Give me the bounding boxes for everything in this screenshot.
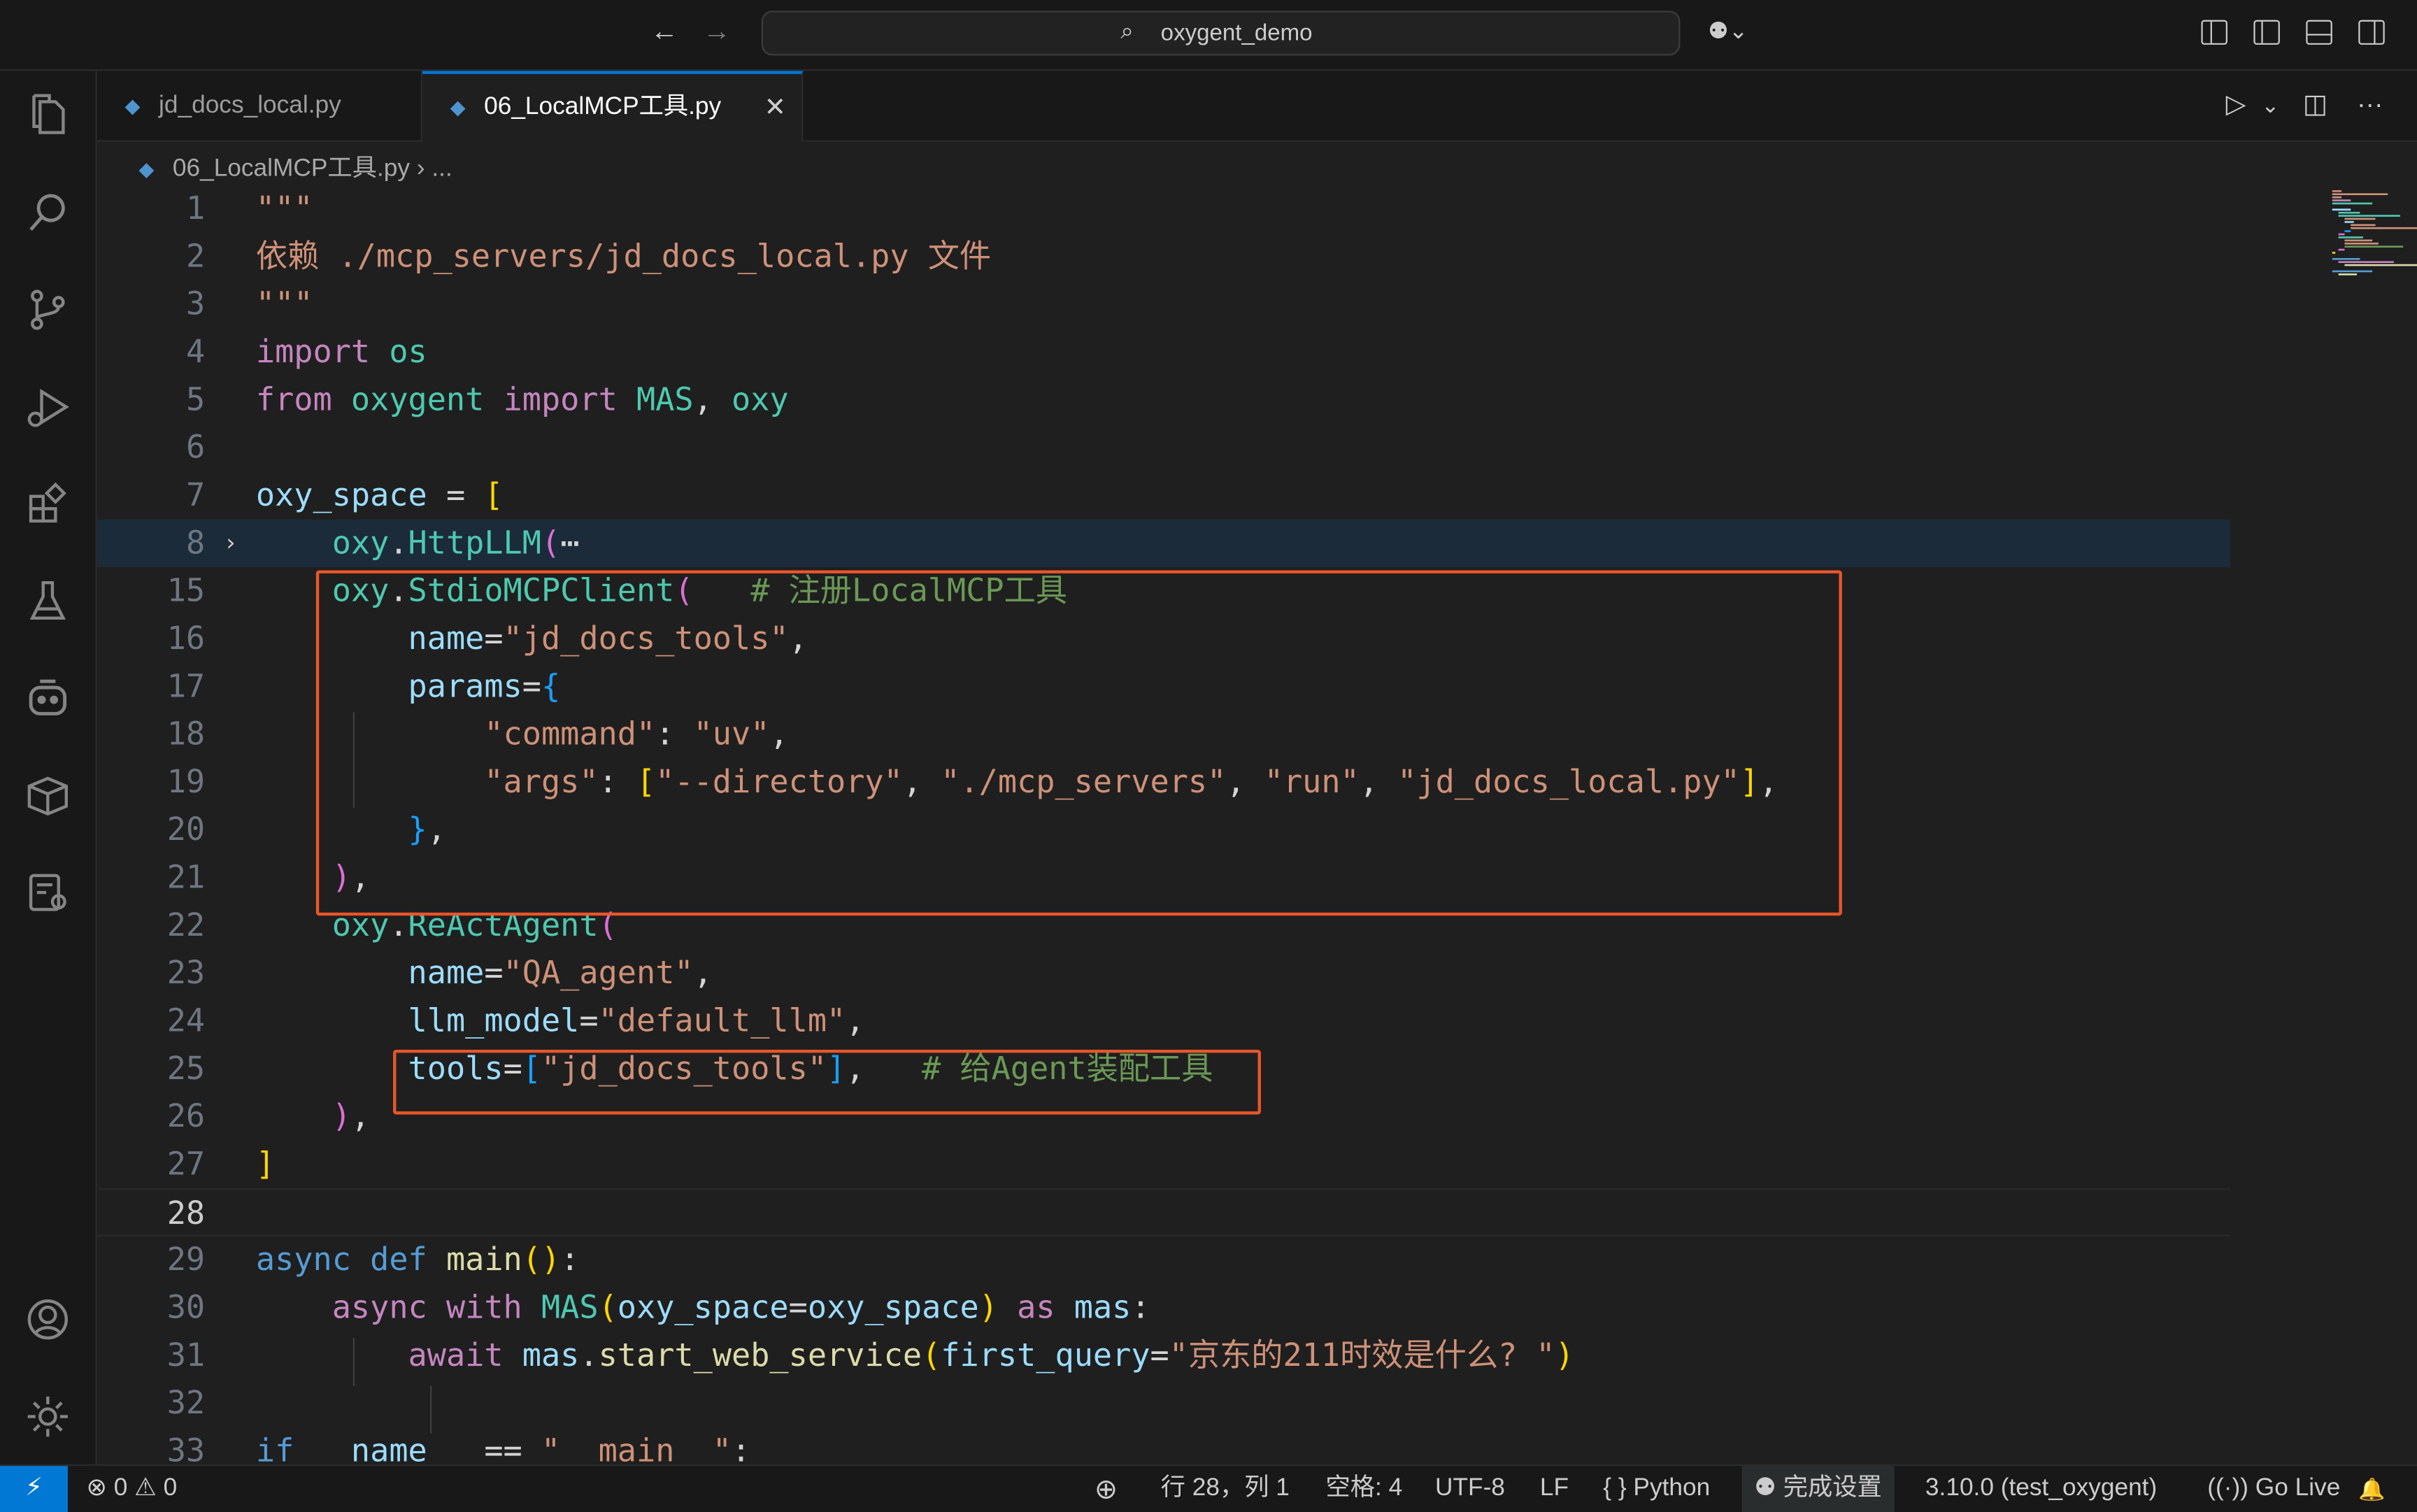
broadcast-icon: ((·)) <box>2207 1475 2255 1502</box>
command-center-search[interactable]: ⌕ oxygent_demo <box>761 10 1681 56</box>
tab-label: jd_docs_local.py <box>159 92 341 119</box>
search-icon: ⌕ <box>1120 18 1134 45</box>
toggle-primary-sidebar-icon[interactable] <box>2253 20 2280 45</box>
customize-layout-icon[interactable] <box>2201 20 2227 45</box>
breadcrumb-more[interactable]: ... <box>432 156 452 182</box>
python-interpreter[interactable]: 3.10.0 (test_oxygent) <box>1925 1466 2157 1512</box>
code-line: 6 <box>185 428 206 466</box>
remote-indicator-icon[interactable]: ⚡ <box>0 1466 68 1512</box>
cursor-position[interactable]: 行 28，列 1 <box>1161 1466 1290 1512</box>
copilot-menu-icon[interactable]: ⚉⌄ <box>1708 17 1748 44</box>
encoding-setting[interactable]: UTF-8 <box>1435 1466 1505 1512</box>
highlight-box-tools <box>393 1049 1261 1115</box>
run-debug-icon[interactable] <box>23 383 73 432</box>
close-icon[interactable]: ✕ <box>764 74 786 141</box>
copilot-setup-status[interactable]: ⚉ 完成设置 <box>1741 1466 1895 1512</box>
python-file-icon: ◆ <box>138 157 155 180</box>
go-live-button[interactable]: ((·)) Go Live <box>2207 1466 2340 1512</box>
settings-gear-icon[interactable] <box>23 1392 73 1441</box>
code-line: 30 async with MAS(oxy_space=oxy_space) a… <box>166 1288 1150 1326</box>
code-line: 24 llm_model="default_llm", <box>166 1001 865 1039</box>
explorer-icon[interactable] <box>23 90 73 139</box>
code-line: 29 async def main(): <box>166 1241 580 1278</box>
breadcrumb-separator: › <box>416 155 425 183</box>
toggle-panel-icon[interactable] <box>2306 20 2332 45</box>
notifications-bell-icon[interactable]: 🔔 <box>2358 1466 2385 1512</box>
status-bar: ⚡ ⊗ 0 ⚠ 0 ⊕ 行 28，列 1 空格: 4 UTF-8 LF { } … <box>0 1464 2417 1512</box>
code-line: 33 if __name__ == "__main__": <box>166 1432 751 1464</box>
code-line: 3 """ <box>185 285 313 322</box>
code-line: 31 await mas.start_web_service(first_que… <box>166 1336 1574 1374</box>
breadcrumb: ◆ 06_LocalMCP工具.py › ... <box>138 146 452 183</box>
zoom-icon[interactable]: ⊕ <box>1095 1466 1118 1512</box>
back-arrow-icon[interactable]: ← <box>650 15 678 48</box>
testing-icon[interactable] <box>23 576 73 626</box>
language-mode[interactable]: { } Python <box>1603 1466 1710 1512</box>
python-file-icon: ◆ <box>124 94 141 117</box>
source-control-icon[interactable] <box>23 285 73 335</box>
activity-bar <box>0 71 97 1464</box>
code-line: 4 import os <box>185 333 427 370</box>
code-line: 23 name="QA_agent", <box>166 954 713 992</box>
code-line-current: 28 <box>97 1188 2231 1236</box>
search-icon[interactable] <box>23 188 73 238</box>
minimap[interactable] <box>2326 185 2417 1464</box>
code-line: 2 依赖 ./mcp_servers/jd_docs_local.py 文件 <box>185 237 992 275</box>
code-line: 1 """ <box>185 190 313 227</box>
title-bar: ← → ⌕ oxygent_demo ⚉⌄ <box>0 0 2417 71</box>
breadcrumb-file[interactable]: 06_LocalMCP工具.py <box>173 156 410 182</box>
accounts-icon[interactable] <box>23 1295 73 1344</box>
problems-indicator[interactable]: ⊗ 0 ⚠ 0 <box>86 1466 177 1512</box>
highlight-box-mcp-client <box>315 570 1842 916</box>
python-file-icon: ◆ <box>450 95 466 119</box>
toggle-secondary-sidebar-icon[interactable] <box>2358 20 2385 45</box>
copilot-icon: ⚉ <box>1754 1475 1783 1502</box>
vscode-window: ← → ⌕ oxygent_demo ⚉⌄ ◆ jd_docs_local.py… <box>0 0 2417 1512</box>
packages-icon[interactable] <box>23 771 73 820</box>
tab-label: 06_LocalMCP工具.py <box>484 94 722 120</box>
fold-chevron-icon[interactable]: › <box>224 520 238 567</box>
eol-setting[interactable]: LF <box>1540 1466 1569 1512</box>
code-line: 27] <box>166 1145 276 1183</box>
copilot-chat-icon[interactable] <box>23 673 73 723</box>
code-line: 7 oxy_space = [ <box>185 476 504 513</box>
editor-tabs: ◆ jd_docs_local.py ◆ 06_LocalMCP工具.py ✕ <box>97 71 2417 142</box>
tab-localmcp-tools[interactable]: ◆ 06_LocalMCP工具.py ✕ <box>422 71 804 142</box>
workspace-name: oxygent_demo <box>1160 20 1313 47</box>
run-file-icon[interactable]: ▷ <box>2226 90 2246 120</box>
code-line-folded: 8 › oxy.HttpLLM(⋯ <box>97 519 2231 568</box>
code-editor[interactable]: 1 """ 2 依赖 ./mcp_servers/jd_docs_local.py … <box>97 185 2417 1464</box>
indentation-setting[interactable]: 空格: 4 <box>1326 1466 1403 1512</box>
remote-explorer-icon[interactable] <box>23 868 73 918</box>
split-editor-icon[interactable]: ◫ <box>2303 90 2327 120</box>
forward-arrow-icon[interactable]: → <box>703 15 731 48</box>
run-menu-chevron-icon[interactable]: ⌄ <box>2261 92 2279 118</box>
more-actions-icon[interactable]: ··· <box>2357 90 2383 120</box>
code-line: 5 from oxygent import MAS, oxy <box>185 380 789 418</box>
extensions-icon[interactable] <box>23 479 73 529</box>
code-line: 32 <box>166 1384 206 1422</box>
tab-jd-docs-local[interactable]: ◆ jd_docs_local.py <box>97 71 422 141</box>
